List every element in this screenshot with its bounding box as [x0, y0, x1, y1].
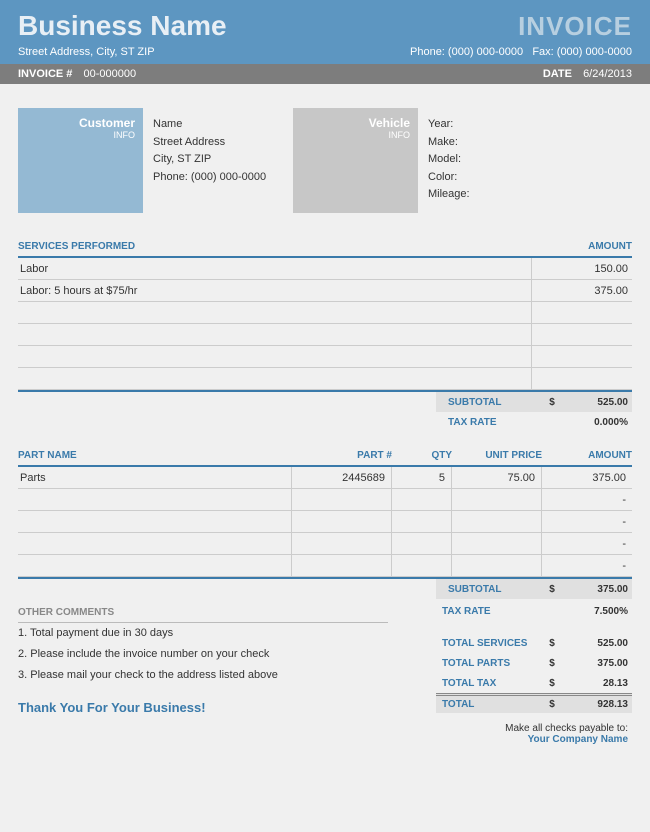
- company-name: Business Name: [18, 10, 227, 42]
- vehicle-data: Year: Make: Model: Color: Mileage:: [418, 108, 470, 213]
- service-row: [18, 324, 632, 346]
- comments-body: 1. Total payment due in 30 days2. Please…: [18, 623, 388, 686]
- service-desc: [18, 302, 532, 323]
- services-header: SERVICES PERFORMED AMOUNT: [18, 237, 632, 258]
- invoice-num-label: INVOICE #: [18, 68, 72, 80]
- parts-subtotal-row: SUBTOTAL $ 375.00: [18, 579, 632, 599]
- info-blocks: Customer INFO Name Street Address City, …: [0, 84, 650, 223]
- meta-band: INVOICE # 00-000000 DATE 6/24/2013: [0, 64, 650, 84]
- customer-block: Customer INFO: [18, 108, 143, 213]
- comments-header: OTHER COMMENTS: [18, 601, 388, 623]
- service-row: [18, 368, 632, 390]
- parts-row: -: [18, 533, 632, 555]
- services-taxrate-row: TAX RATE 0.000%: [18, 412, 632, 432]
- customer-data: Name Street Address City, ST ZIP Phone: …: [143, 108, 293, 213]
- service-row: Labor150.00: [18, 258, 632, 280]
- service-desc: Labor: [18, 258, 532, 279]
- service-desc: [18, 346, 532, 367]
- comment-line: 2. Please include the invoice number on …: [18, 644, 388, 665]
- invoice-title: INVOICE: [518, 11, 632, 42]
- service-desc: [18, 368, 532, 389]
- parts-row: -: [18, 555, 632, 577]
- parts-header: PART NAME PART # QTY UNIT PRICE AMOUNT: [18, 446, 632, 467]
- total-tax-row: TOTAL TAX $ 28.13: [436, 673, 632, 693]
- thank-you: Thank You For Your Business!: [18, 700, 436, 715]
- service-desc: [18, 324, 532, 345]
- parts-row: -: [18, 489, 632, 511]
- parts-row: Parts2445689575.00375.00: [18, 467, 632, 489]
- company-address: Street Address, City, ST ZIP: [18, 46, 155, 58]
- vehicle-block: Vehicle INFO: [293, 108, 418, 213]
- company-contact: Phone: (000) 000-0000 Fax: (000) 000-000…: [410, 46, 632, 58]
- service-row: [18, 302, 632, 324]
- parts-taxrate-row: TAX RATE 7.500%: [436, 601, 632, 621]
- service-amount: 375.00: [532, 285, 632, 297]
- date-value: 6/24/2013: [583, 68, 632, 80]
- service-amount: 150.00: [532, 263, 632, 275]
- grand-total-row: TOTAL $ 928.13: [436, 693, 632, 713]
- invoice-num: 00-000000: [83, 68, 136, 80]
- date-label: DATE: [543, 68, 572, 80]
- services-subtotal-row: SUBTOTAL $ 525.00: [18, 392, 632, 412]
- service-desc: Labor: 5 hours at $75/hr: [18, 280, 532, 301]
- service-row: [18, 346, 632, 368]
- parts-row: -: [18, 511, 632, 533]
- header-band: Business Name INVOICE Street Address, Ci…: [0, 0, 650, 64]
- comment-line: 1. Total payment due in 30 days: [18, 623, 388, 644]
- total-services-row: TOTAL SERVICES $ 525.00: [436, 633, 632, 653]
- total-parts-row: TOTAL PARTS $ 375.00: [436, 653, 632, 673]
- invoice-page: Business Name INVOICE Street Address, Ci…: [0, 0, 650, 832]
- payable-block: Make all checks payable to: Your Company…: [436, 723, 632, 745]
- service-row: Labor: 5 hours at $75/hr375.00: [18, 280, 632, 302]
- comment-line: 3. Please mail your check to the address…: [18, 665, 388, 686]
